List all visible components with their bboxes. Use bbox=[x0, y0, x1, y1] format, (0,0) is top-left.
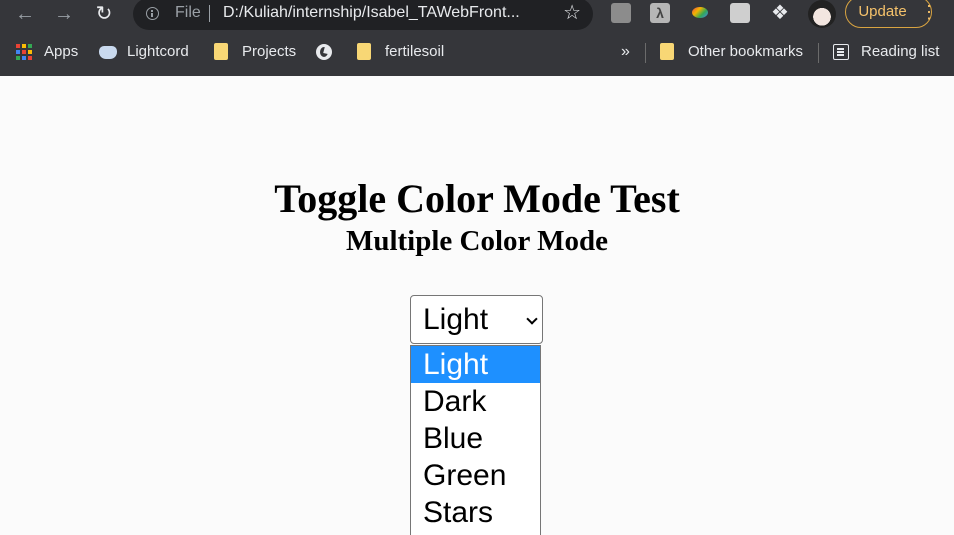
bookmark-label: Lightcord bbox=[127, 43, 189, 60]
option-green[interactable]: Green bbox=[411, 457, 540, 494]
discord-icon bbox=[99, 46, 117, 59]
bookmark-label: fertilesoil bbox=[385, 43, 445, 60]
extension-icon[interactable] bbox=[611, 3, 631, 23]
bookmarks-overflow-button[interactable]: » bbox=[621, 36, 630, 68]
page-title: Toggle Color Mode Test bbox=[274, 176, 680, 221]
bookmark-label: Projects bbox=[242, 43, 297, 60]
color-mode-dropdown: Light Dark Blue Green Stars bbox=[410, 345, 541, 535]
profile-avatar[interactable] bbox=[808, 0, 836, 28]
folder-icon bbox=[214, 43, 228, 60]
bookmarks-divider bbox=[645, 43, 646, 63]
pdf-extension-icon[interactable]: λ bbox=[650, 3, 670, 23]
browser-chrome: ← → ↻ File D:/Kuliah/internship/Isabel_T… bbox=[0, 0, 954, 76]
page-subtitle: Multiple Color Mode bbox=[345, 225, 609, 257]
apps-grid-icon bbox=[16, 44, 32, 60]
option-dark[interactable]: Dark bbox=[411, 383, 540, 420]
page-content: Toggle Color Mode Test Multiple Color Mo… bbox=[0, 76, 954, 535]
color-extension-icon[interactable] bbox=[690, 3, 710, 23]
back-arrow-icon[interactable]: ← bbox=[12, 1, 38, 27]
option-light[interactable]: Light bbox=[411, 346, 540, 383]
folder-icon bbox=[660, 43, 674, 60]
option-stars[interactable]: Stars bbox=[411, 494, 540, 531]
bookmarks-divider bbox=[818, 43, 819, 63]
address-scheme: File bbox=[175, 4, 201, 21]
address-bar[interactable]: File D:/Kuliah/internship/Isabel_TAWebFr… bbox=[133, 0, 593, 30]
info-icon[interactable] bbox=[146, 7, 159, 20]
reading-list-icon bbox=[833, 44, 849, 60]
folder-icon bbox=[357, 43, 371, 60]
reload-icon[interactable]: ↻ bbox=[91, 1, 117, 27]
bookmark-label: Other bookmarks bbox=[688, 43, 804, 60]
option-blue[interactable]: Blue bbox=[411, 420, 540, 457]
forward-arrow-icon[interactable]: → bbox=[51, 1, 77, 27]
update-button[interactable]: Update bbox=[845, 0, 932, 28]
reading-list-label: Reading list bbox=[861, 43, 940, 60]
color-mode-select-value: Light bbox=[423, 303, 489, 336]
extensions-puzzle-icon[interactable]: ❖ bbox=[770, 3, 790, 23]
address-separator bbox=[209, 5, 210, 22]
more-menu-icon[interactable]: ⋮ bbox=[920, 2, 938, 22]
bookmark-label: Apps bbox=[44, 43, 79, 60]
bookmark-star-icon[interactable]: ☆ bbox=[563, 2, 581, 24]
globe-icon bbox=[316, 44, 332, 60]
browser-toolbar: ← → ↻ File D:/Kuliah/internship/Isabel_T… bbox=[0, 0, 954, 30]
image-extension-icon[interactable] bbox=[730, 3, 750, 23]
chevron-down-icon bbox=[526, 313, 538, 325]
color-mode-select[interactable]: Light bbox=[410, 295, 543, 344]
address-url[interactable]: D:/Kuliah/internship/Isabel_TAWebFront..… bbox=[223, 2, 553, 24]
bookmarks-bar: Apps Lightcord Projects fertilesoil » Ot… bbox=[0, 36, 954, 68]
